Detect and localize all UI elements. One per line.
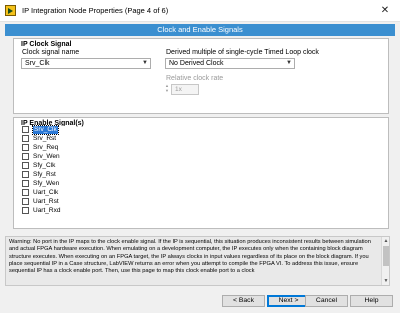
- warning-scrollbar[interactable]: ▲ ▼: [381, 237, 389, 285]
- signal-name: Srv_Rst: [33, 135, 57, 142]
- list-item[interactable]: Sfy_Clk: [22, 162, 68, 170]
- scroll-up-icon[interactable]: ▲: [382, 237, 389, 245]
- derived-clock-label: Derived multiple of single-cycle Timed L…: [166, 49, 319, 56]
- signal-name: Uart_Rxd: [33, 207, 61, 214]
- relative-clock-rate-input[interactable]: 1x: [171, 84, 199, 95]
- list-item[interactable]: Sfy_Rst: [22, 171, 68, 179]
- signal-name: Srv_Req: [33, 144, 59, 151]
- chevron-down-icon: ▼: [286, 60, 292, 66]
- group-title-clock: IP Clock Signal: [21, 41, 72, 48]
- relative-clock-rate-label: Relative clock rate: [166, 75, 224, 82]
- list-item[interactable]: Uart_Clk: [22, 189, 68, 197]
- signal-checkbox[interactable]: [22, 144, 29, 151]
- list-item[interactable]: Uart_Rxd: [22, 207, 68, 215]
- signal-checkbox[interactable]: [22, 153, 29, 160]
- signal-checkbox[interactable]: [22, 162, 29, 169]
- signal-name: Srv_Wen: [33, 153, 60, 160]
- cancel-button[interactable]: Cancel: [305, 295, 348, 307]
- signal-checkbox[interactable]: [22, 198, 29, 205]
- signal-checkbox[interactable]: [22, 126, 29, 133]
- warning-message-box: Warning: No port in the IP maps to the c…: [5, 236, 390, 286]
- signal-name: Sfy_Wen: [33, 180, 60, 187]
- clock-signal-value: Srv_Clk: [25, 60, 50, 67]
- signal-name: Sfy_Clk: [33, 162, 56, 169]
- list-item[interactable]: Srv_Clk: [22, 125, 68, 135]
- signal-checkbox[interactable]: [22, 189, 29, 196]
- next-button[interactable]: Next >: [267, 295, 310, 307]
- list-item[interactable]: Srv_Rst: [22, 135, 68, 143]
- signal-checkbox[interactable]: [22, 135, 29, 142]
- derived-clock-value: No Derived Clock: [169, 60, 224, 67]
- signal-name: Uart_Rst: [33, 198, 59, 205]
- list-item[interactable]: Sfy_Wen: [22, 180, 68, 188]
- derived-clock-dropdown[interactable]: No Derived Clock ▼: [165, 58, 295, 69]
- relative-clock-rate-value: 1x: [175, 86, 182, 93]
- signal-name: Sfy_Rst: [33, 171, 56, 178]
- back-button[interactable]: < Back: [222, 295, 265, 307]
- list-item[interactable]: Srv_Req: [22, 144, 68, 152]
- relative-rate-spinner[interactable]: ▲ ▼: [164, 83, 170, 94]
- signal-name: Uart_Clk: [33, 189, 59, 196]
- scroll-down-icon[interactable]: ▼: [382, 277, 389, 285]
- close-button[interactable]: ✕: [376, 4, 394, 18]
- help-button[interactable]: Help: [350, 295, 393, 307]
- labview-app-icon: [5, 5, 16, 16]
- ip-enable-signals-group: IP Enable Signal(s): [13, 117, 389, 229]
- warning-text: Warning: No port in the IP maps to the c…: [9, 239, 371, 275]
- clock-signal-dropdown[interactable]: Srv_Clk ▼: [21, 58, 151, 69]
- window-title: IP Integration Node Properties (Page 4 o…: [22, 6, 169, 15]
- enable-signal-list: Srv_Clk Srv_Rst Srv_Req Srv_Wen Sfy_Clk …: [22, 125, 68, 216]
- title-bar: IP Integration Node Properties (Page 4 o…: [0, 0, 400, 22]
- scroll-thumb[interactable]: [383, 246, 389, 266]
- signal-name: Srv_Clk: [32, 125, 59, 135]
- signal-checkbox[interactable]: [22, 207, 29, 214]
- clock-signal-label: Clock signal name: [22, 49, 80, 56]
- list-item[interactable]: Uart_Rst: [22, 198, 68, 206]
- signal-checkbox[interactable]: [22, 171, 29, 178]
- page-banner: Clock and Enable Signals: [5, 24, 395, 36]
- chevron-down-icon: ▼: [142, 60, 148, 66]
- spin-down-icon[interactable]: ▼: [164, 88, 170, 93]
- signal-checkbox[interactable]: [22, 180, 29, 187]
- list-item[interactable]: Srv_Wen: [22, 153, 68, 161]
